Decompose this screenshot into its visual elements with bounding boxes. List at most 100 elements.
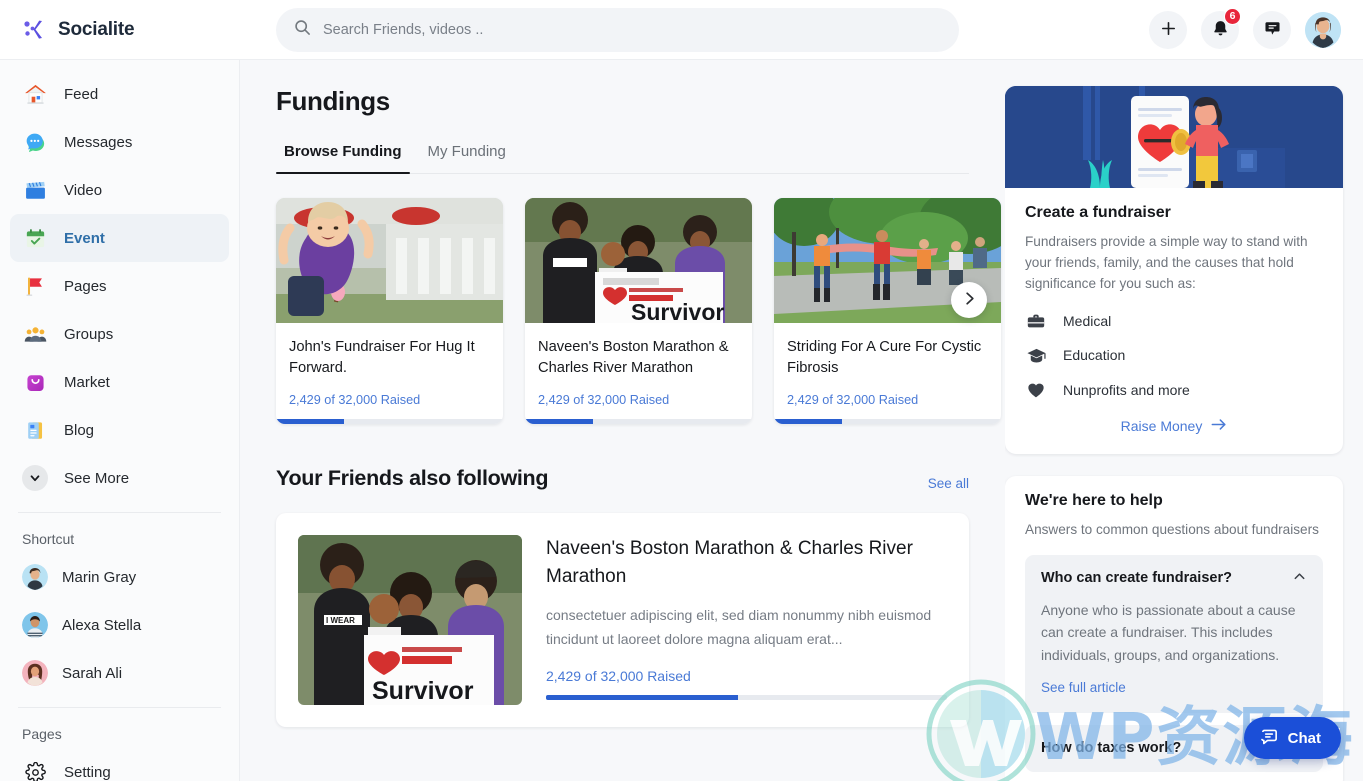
category-item-education[interactable]: Education <box>1025 345 1323 366</box>
sidebar: Feed Messages <box>0 60 240 781</box>
top-actions: 6 <box>1149 11 1363 49</box>
following-item-description: consectetuer adipiscing elit, sed diam n… <box>546 604 947 651</box>
search-box[interactable] <box>276 8 959 52</box>
fundraiser-card[interactable]: John's Fundraiser For Hug It Forward. 2,… <box>276 198 503 424</box>
avatar <box>22 612 48 638</box>
raise-money-button[interactable]: Raise Money <box>1121 418 1228 434</box>
search-icon <box>294 19 311 41</box>
center-column: Fundings Browse Funding My Funding <box>240 60 1005 781</box>
messages-icon <box>22 129 48 155</box>
search-input[interactable] <box>323 22 941 38</box>
brand-name: Socialite <box>58 19 134 41</box>
create-fundraiser-title: Create a fundraiser <box>1025 204 1323 222</box>
following-item-card[interactable]: I WEAR RED FOR <box>276 513 969 727</box>
sidebar-item-video[interactable]: Video <box>10 166 229 214</box>
friend-name: Alexa Stella <box>62 617 141 634</box>
chevron-down-icon <box>22 465 48 491</box>
category-label: Medical <box>1063 313 1111 329</box>
sidebar-item-label: Messages <box>64 134 132 151</box>
svg-text:Survivor: Survivor <box>372 677 474 705</box>
notification-badge: 6 <box>1224 8 1241 25</box>
add-button[interactable] <box>1149 11 1187 49</box>
sidebar-item-groups[interactable]: Groups <box>10 310 229 358</box>
fundraiser-raised: 2,429 of 32,000 Raised <box>787 393 988 407</box>
right-rail: Create a fundraiser Fundraisers provide … <box>1005 60 1363 781</box>
sidebar-item-label: See More <box>64 470 129 487</box>
chevron-right-icon <box>961 290 978 310</box>
faq-answer: Anyone who is passionate about a cause c… <box>1041 599 1307 667</box>
sidebar-item-event[interactable]: Event <box>10 214 229 262</box>
sidebar-item-label: Event <box>64 230 105 247</box>
sidebar-item-market[interactable]: Market <box>10 358 229 406</box>
progress-bar <box>276 419 503 424</box>
fundraiser-title: Naveen's Boston Marathon & Charles River… <box>538 337 739 380</box>
user-avatar[interactable] <box>1305 12 1341 48</box>
chat-button[interactable]: Chat <box>1244 717 1341 759</box>
messages-button[interactable] <box>1253 11 1291 49</box>
fundraiser-raised: 2,429 of 32,000 Raised <box>289 393 490 407</box>
shortcut-heading: Shortcut <box>10 523 229 553</box>
chat-label: Chat <box>1288 730 1321 747</box>
chat-icon <box>1260 727 1279 750</box>
sidebar-item-setting[interactable]: Setting <box>10 748 229 781</box>
toddler-in-purple-shirt-photo <box>276 198 503 323</box>
page-title: Fundings <box>276 86 969 117</box>
sidebar-item-label: Setting <box>64 764 111 781</box>
following-section-header: Your Friends also following See all <box>276 466 969 491</box>
plus-icon <box>1159 19 1178 41</box>
heart-walk-survivor-family-photo: Survivor <box>525 198 752 323</box>
progress-bar-fill <box>546 695 738 700</box>
sidebar-item-label: Groups <box>64 326 113 343</box>
fundraiser-card-body: John's Fundraiser For Hug It Forward. 2,… <box>276 323 503 407</box>
progress-bar-fill <box>276 419 344 424</box>
progress-bar-fill <box>774 419 842 424</box>
following-item-info: Naveen's Boston Marathon & Charles River… <box>546 535 947 705</box>
faq-question-toggle[interactable]: Who can create fundraiser? <box>1041 569 1307 588</box>
tab-my-funding[interactable]: My Funding <box>420 143 514 173</box>
sidebar-divider-1 <box>18 512 221 513</box>
create-fundraiser-card: Create a fundraiser Fundraisers provide … <box>1005 86 1343 454</box>
sidebar-item-label: Pages <box>64 278 107 295</box>
svg-text:I WEAR: I WEAR <box>326 616 355 625</box>
raise-money-label: Raise Money <box>1121 418 1203 434</box>
chat-bubble-icon <box>1263 19 1282 41</box>
see-more-wrap <box>22 465 48 491</box>
sidebar-divider-2 <box>18 707 221 708</box>
friend-name: Marin Gray <box>62 569 136 586</box>
see-full-article-link[interactable]: See full article <box>1041 680 1126 695</box>
raise-money-wrap: Raise Money <box>1025 418 1323 436</box>
list-item[interactable]: Sarah Ali <box>10 649 229 697</box>
create-fundraiser-body: Create a fundraiser Fundraisers provide … <box>1005 188 1343 454</box>
fundraiser-card[interactable]: Survivor Naveen's Boston Marathon & Char… <box>525 198 752 424</box>
sidebar-item-messages[interactable]: Messages <box>10 118 229 166</box>
faq-item-expanded: Who can create fundraiser? Anyone who is… <box>1025 555 1323 713</box>
list-item[interactable]: Alexa Stella <box>10 601 229 649</box>
see-all-link[interactable]: See all <box>928 476 969 491</box>
fundraiser-card-body: Striding For A Cure For Cystic Fibrosis … <box>774 323 1001 407</box>
carousel-next-button[interactable] <box>951 282 987 318</box>
flag-icon <box>22 273 48 299</box>
tab-browse-funding[interactable]: Browse Funding <box>276 143 410 173</box>
following-item-title: Naveen's Boston Marathon & Charles River… <box>546 535 947 591</box>
category-item-medical[interactable]: Medical <box>1025 311 1323 331</box>
category-item-nonprofits[interactable]: Nunprofits and more <box>1025 380 1323 400</box>
notifications-button[interactable]: 6 <box>1201 11 1239 49</box>
sidebar-item-pages[interactable]: Pages <box>10 262 229 310</box>
fundraiser-carousel: John's Fundraiser For Hug It Forward. 2,… <box>276 198 969 424</box>
main-content: Fundings Browse Funding My Funding <box>240 60 1363 781</box>
groups-icon <box>22 321 48 347</box>
sidebar-item-feed[interactable]: Feed <box>10 70 229 118</box>
document-icon <box>22 417 48 443</box>
shopping-bag-icon <box>22 369 48 395</box>
pages-heading: Pages <box>10 718 229 748</box>
tabs: Browse Funding My Funding <box>276 143 969 174</box>
faq-question: How do taxes work? <box>1041 740 1181 756</box>
sidebar-item-blog[interactable]: Blog <box>10 406 229 454</box>
sidebar-item-label: Feed <box>64 86 98 103</box>
sidebar-item-label: Video <box>64 182 102 199</box>
category-label: Nunprofits and more <box>1063 382 1190 398</box>
progress-bar <box>774 419 1001 424</box>
sidebar-item-see-more[interactable]: See More <box>10 454 229 502</box>
brand[interactable]: Socialite <box>0 17 240 43</box>
list-item[interactable]: Marin Gray <box>10 553 229 601</box>
